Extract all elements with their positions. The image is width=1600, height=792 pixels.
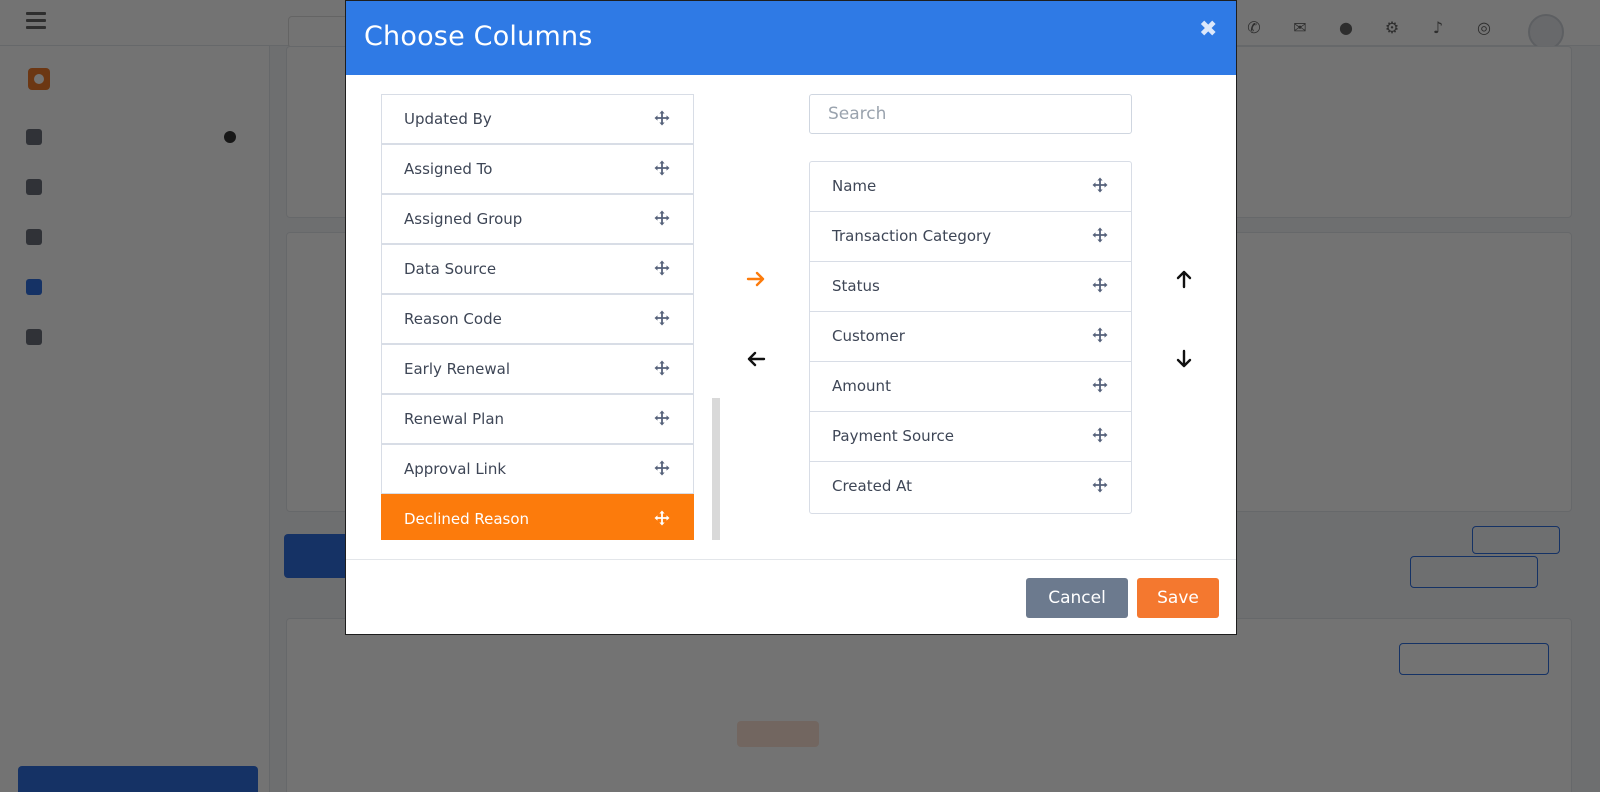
move-icon[interactable] [1091, 276, 1109, 294]
add-column-arrow-icon[interactable] [744, 267, 768, 291]
move-icon[interactable] [1091, 176, 1109, 194]
available-columns-scrollbar[interactable] [712, 398, 720, 540]
column-label: Approval Link [404, 460, 507, 478]
column-label: Reason Code [404, 310, 502, 328]
column-label: Data Source [404, 260, 497, 278]
column-label: Amount [832, 377, 891, 395]
move-icon[interactable] [1091, 226, 1109, 244]
move-icon[interactable] [653, 259, 671, 277]
move-icon[interactable] [1091, 326, 1109, 344]
column-label: Status [832, 277, 880, 295]
column-label: Name [832, 177, 877, 195]
move-icon[interactable] [653, 459, 671, 477]
column-label: Created At [832, 477, 913, 495]
move-icon[interactable] [1091, 426, 1109, 444]
modal-header: Choose Columns ✖ [346, 1, 1236, 75]
move-icon[interactable] [653, 409, 671, 427]
available-columns-list: Updated By Assigned To Assigned Group Data … [381, 94, 694, 540]
column-label: Declined Reason [404, 510, 530, 528]
selected-column-item[interactable]: Status [810, 262, 1131, 312]
column-label: Early Renewal [404, 360, 510, 378]
available-column-item[interactable]: Reason Code [381, 294, 694, 344]
available-column-item[interactable]: Early Renewal [381, 344, 694, 394]
move-icon[interactable] [1091, 376, 1109, 394]
move-icon[interactable] [653, 159, 671, 177]
column-label: Payment Source [832, 427, 954, 445]
available-column-item[interactable]: Assigned To [381, 144, 694, 194]
move-icon[interactable] [653, 509, 671, 527]
available-column-item[interactable]: Updated By [381, 94, 694, 144]
move-down-arrow-icon[interactable] [1172, 347, 1196, 371]
close-icon[interactable]: ✖ [1199, 17, 1217, 43]
selected-column-item[interactable]: Created At [810, 462, 1131, 512]
remove-column-arrow-icon[interactable] [744, 347, 768, 371]
column-label: Customer [832, 327, 905, 345]
save-button[interactable]: Save [1137, 578, 1219, 618]
selected-column-item[interactable]: Customer [810, 312, 1131, 362]
cancel-button[interactable]: Cancel [1026, 578, 1128, 618]
column-search-input[interactable] [809, 94, 1132, 134]
column-label: Renewal Plan [404, 410, 505, 428]
move-icon[interactable] [653, 109, 671, 127]
selected-column-item[interactable]: Transaction Category [810, 212, 1131, 262]
move-icon[interactable] [1091, 476, 1109, 494]
move-icon[interactable] [653, 359, 671, 377]
column-label: Assigned To [404, 160, 493, 178]
selected-columns-list: Name Transaction Category Status Customer Am… [809, 161, 1132, 514]
selected-column-item[interactable]: Amount [810, 362, 1131, 412]
choose-columns-modal: Choose Columns ✖ Updated By Assigned To As… [345, 0, 1237, 635]
move-icon[interactable] [653, 309, 671, 327]
available-column-item[interactable]: Approval Link [381, 444, 694, 494]
footer-divider [346, 559, 1236, 560]
move-up-arrow-icon[interactable] [1172, 267, 1196, 291]
selected-column-item[interactable]: Name [810, 162, 1131, 212]
available-column-item[interactable]: Declined Reason [381, 494, 694, 540]
column-label: Assigned Group [404, 210, 523, 228]
available-column-item[interactable]: Renewal Plan [381, 394, 694, 444]
column-label: Transaction Category [832, 227, 992, 245]
modal-title: Choose Columns [364, 21, 593, 52]
move-icon[interactable] [653, 209, 671, 227]
selected-column-item[interactable]: Payment Source [810, 412, 1131, 462]
available-column-item[interactable]: Assigned Group [381, 194, 694, 244]
available-column-item[interactable]: Data Source [381, 244, 694, 294]
column-label: Updated By [404, 110, 492, 128]
